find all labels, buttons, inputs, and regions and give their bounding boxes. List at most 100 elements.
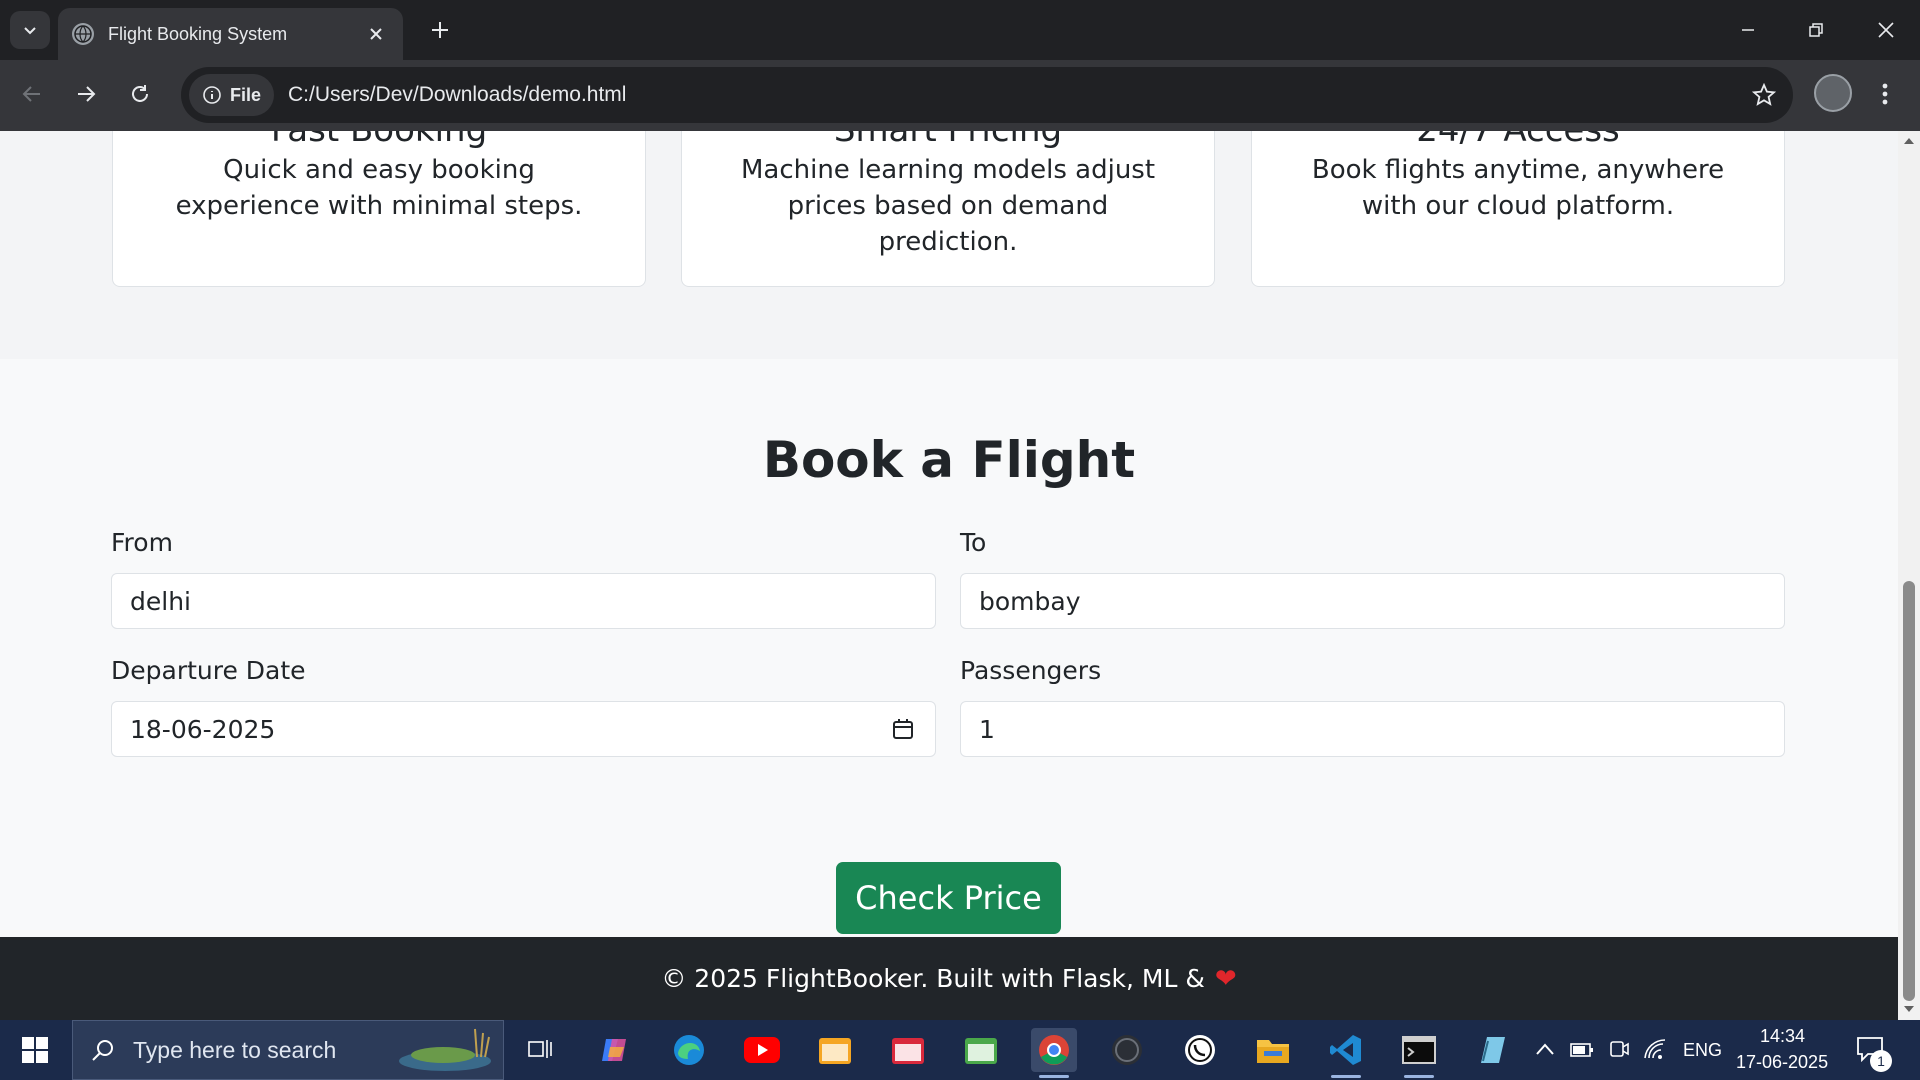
restore-icon [1809,23,1823,37]
features-section: Fast Booking Quick and easy booking expe… [0,131,1898,359]
vscode-app[interactable] [1323,1028,1369,1078]
battery-icon[interactable] [1570,1042,1594,1058]
minimize-icon [1742,29,1754,31]
feature-card: Smart Pricing Machine learning models ad… [681,131,1215,287]
edge-icon [674,1035,704,1065]
file-explorer-app[interactable] [1250,1028,1296,1072]
scroll-up-arrow-icon[interactable] [1903,137,1915,145]
from-input[interactable]: delhi [111,573,936,629]
chevron-down-icon [24,27,36,35]
footer-text: © 2025 FlightBooker. Built with Flask, M… [661,964,1205,993]
whatsapp-icon [1185,1035,1215,1065]
plus-icon [432,22,448,38]
planner-app-icon [965,1038,997,1064]
new-tab-button[interactable] [424,14,456,46]
browser-menu-button[interactable] [1870,74,1900,114]
page-footer: © 2025 FlightBooker. Built with Flask, M… [0,937,1898,1020]
tasks-app-icon [892,1038,924,1064]
globe-icon [72,23,94,45]
chrome-app[interactable] [1031,1028,1077,1078]
running-app-indicator [1331,1075,1361,1078]
clock-date[interactable]: 17-06-2025 [1736,1052,1828,1073]
edge-app[interactable] [666,1028,712,1072]
show-hidden-icons-icon[interactable] [1535,1042,1555,1056]
wifi-icon[interactable] [1643,1038,1667,1060]
reload-icon [132,85,148,102]
from-value: delhi [130,586,191,616]
feature-title: Fast Booking [113,131,645,150]
scroll-down-arrow-icon[interactable] [1903,1005,1915,1013]
tasks-app[interactable] [885,1028,931,1072]
task-view-icon [528,1040,552,1058]
heart-icon: ❤ [1214,963,1237,994]
planner-app[interactable] [958,1028,1004,1072]
wordpress-app[interactable] [1104,1028,1150,1072]
feature-card: Fast Booking Quick and easy booking expe… [112,131,646,287]
close-window-button[interactable] [1852,0,1920,60]
start-button[interactable] [0,1020,70,1080]
calendar-app[interactable] [812,1028,858,1072]
running-app-indicator [1404,1075,1434,1078]
windows-taskbar: Type here to search ENG 14:34 17-06-2025… [0,1020,1920,1080]
passengers-value: 1 [979,714,995,744]
task-view-button[interactable] [517,1028,563,1072]
restore-button[interactable] [1782,0,1850,60]
wordpress-icon [1112,1035,1142,1065]
browser-tab-bar: Flight Booking System [0,0,1920,60]
reload-button[interactable] [120,74,160,114]
minimize-button[interactable] [1714,0,1782,60]
meet-now-icon[interactable] [1608,1038,1630,1060]
close-tab-button[interactable] [363,21,389,47]
booking-title: Book a Flight [762,431,1136,489]
language-indicator[interactable]: ENG [1683,1040,1722,1061]
terminal-app[interactable] [1396,1028,1442,1078]
tab-search-button[interactable] [10,11,50,49]
passengers-input[interactable]: 1 [960,701,1785,757]
close-icon [1878,22,1894,38]
browser-tab[interactable]: Flight Booking System [58,8,403,60]
check-price-button[interactable]: Check Price [836,862,1061,934]
site-chip-label: File [230,84,262,105]
bookmark-button[interactable] [1749,80,1779,110]
whatsapp-app[interactable] [1177,1028,1223,1072]
url-text[interactable]: C:/Users/Dev/Downloads/demo.html [288,83,626,107]
to-input[interactable]: bombay [960,573,1785,629]
passengers-label: Passengers [960,656,1102,685]
clock-time[interactable]: 14:34 [1760,1026,1805,1047]
info-icon [203,86,221,104]
profile-avatar[interactable] [1814,74,1852,112]
to-label: To [960,528,987,557]
search-icon [92,1040,113,1061]
folder-icon [1257,1040,1289,1063]
more-vertical-icon [1882,83,1888,105]
page-scrollbar[interactable] [1898,131,1920,1020]
taskbar-search-box[interactable]: Type here to search [72,1020,504,1080]
notepad-app[interactable] [1469,1028,1515,1072]
feature-title: 24/7 Access [1252,131,1784,150]
feature-description: Book flights anytime, anywhere with our … [1311,155,1725,221]
terminal-icon [1402,1036,1436,1064]
scrollbar-thumb[interactable] [1903,581,1915,1001]
search-highlight-image [399,1028,491,1071]
arrow-right-icon [78,86,96,102]
windows-logo-icon [22,1037,48,1063]
notepad-icon [1481,1037,1505,1063]
close-icon [370,28,382,40]
copilot-app[interactable] [592,1028,638,1072]
back-button[interactable] [12,74,52,114]
departure-date-input[interactable]: 18-06-2025 [111,701,936,757]
to-value: bombay [979,586,1081,616]
from-label: From [111,528,173,557]
chrome-icon [1039,1035,1069,1065]
tab-title: Flight Booking System [108,23,288,44]
youtube-app[interactable] [739,1028,785,1072]
calendar-icon[interactable] [891,717,915,741]
active-app-indicator [1039,1075,1069,1078]
calendar-app-icon [819,1038,851,1064]
browser-toolbar: File C:/Users/Dev/Downloads/demo.html [0,60,1920,131]
address-bar[interactable]: File C:/Users/Dev/Downloads/demo.html [181,67,1793,123]
site-info-chip[interactable]: File [189,74,275,116]
page-viewport: Fast Booking Quick and easy booking expe… [0,131,1898,1020]
departure-date-value: 18-06-2025 [130,714,276,744]
forward-button[interactable] [66,74,106,114]
